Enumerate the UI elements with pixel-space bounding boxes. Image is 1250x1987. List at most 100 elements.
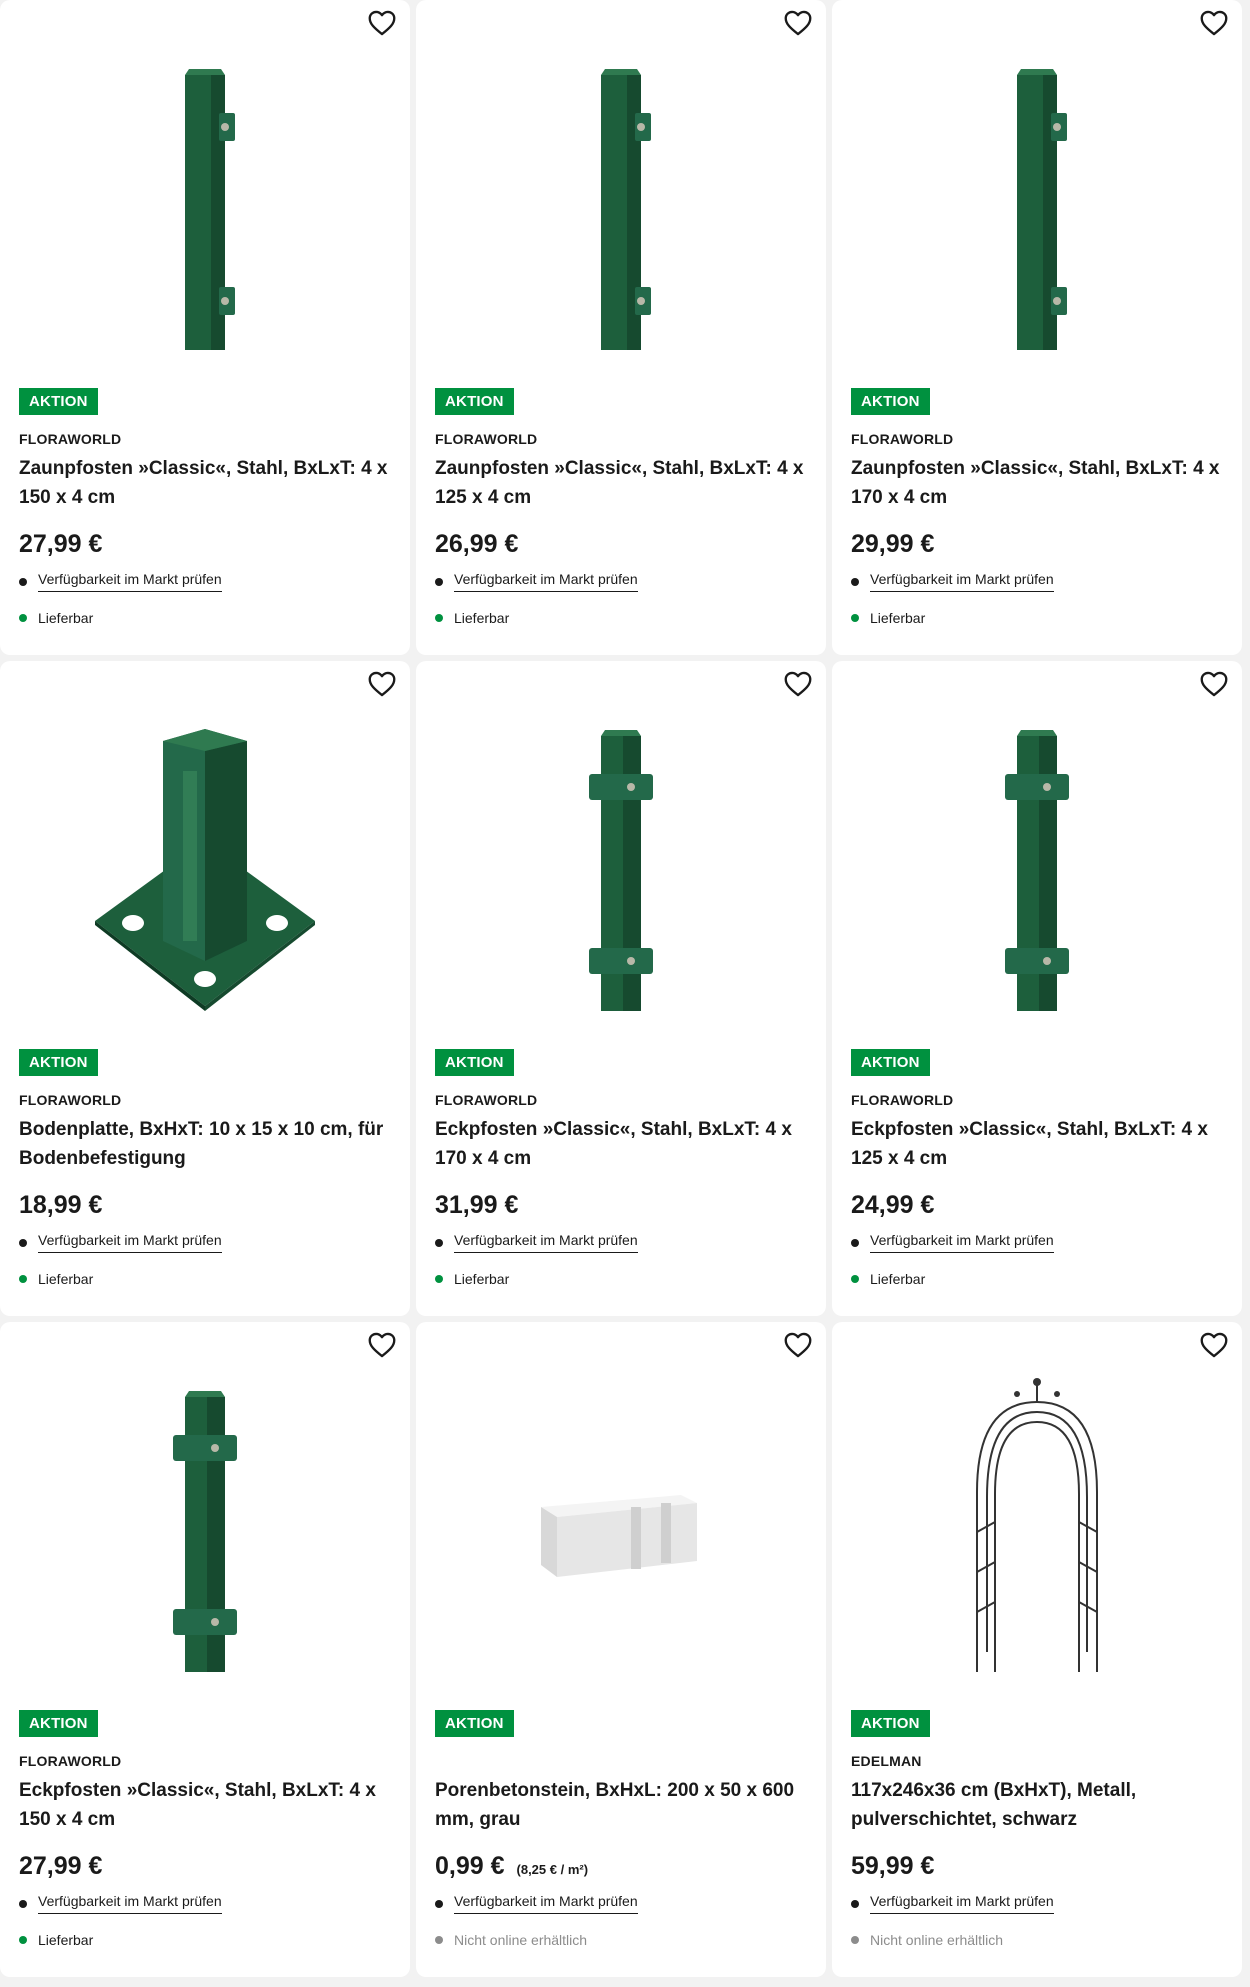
product-image[interactable] — [416, 1362, 826, 1692]
status-dot — [435, 1275, 443, 1283]
status-dot — [851, 1936, 859, 1944]
check-availability-link[interactable]: Verfügbarkeit im Markt prüfen — [454, 1232, 638, 1253]
product-brand: FLORAWORLD — [435, 431, 538, 447]
product-card-7[interactable]: AKTION FLORAWORLD Eckpfosten »Classic«, … — [0, 1322, 410, 1977]
product-card-3[interactable]: AKTION FLORAWORLD Zaunpfosten »Classic«,… — [832, 0, 1242, 655]
heart-outline-icon[interactable] — [1200, 1332, 1228, 1358]
product-title[interactable]: Zaunpfosten »Classic«, Stahl, BxLxT: 4 x… — [19, 454, 396, 512]
concrete-block-image — [541, 1495, 697, 1577]
product-brand: FLORAWORLD — [435, 1092, 538, 1108]
product-price: 27,99 € — [19, 1852, 103, 1880]
promo-badge: AKTION — [19, 1049, 98, 1076]
delivery-status: Lieferbar — [870, 1271, 926, 1287]
product-title[interactable]: Zaunpfosten »Classic«, Stahl, BxLxT: 4 x… — [435, 454, 812, 512]
product-grid: AKTION FLORAWORLD Zaunpfosten »Classic«,… — [0, 0, 1250, 1977]
availability-row: Verfügbarkeit im Markt prüfen — [19, 1893, 396, 1914]
price-block: 24,99 € — [851, 1191, 1228, 1220]
promo-badge: AKTION — [19, 1710, 98, 1737]
price-block: 29,99 € — [851, 530, 1228, 559]
bullet-dot — [19, 1238, 27, 1247]
availability-row: Verfügbarkeit im Markt prüfen — [435, 571, 812, 592]
product-title[interactable]: Eckpfosten »Classic«, Stahl, BxLxT: 4 x … — [435, 1115, 812, 1173]
product-card-6[interactable]: AKTION FLORAWORLD Eckpfosten »Classic«, … — [832, 661, 1242, 1316]
check-availability-link[interactable]: Verfügbarkeit im Markt prüfen — [870, 1232, 1054, 1253]
promo-badge: AKTION — [435, 388, 514, 415]
corner-post-image — [1005, 730, 1069, 1011]
product-brand: FLORAWORLD — [851, 431, 954, 447]
promo-badge: AKTION — [851, 388, 930, 415]
product-image[interactable] — [416, 40, 826, 370]
status-dot — [435, 614, 443, 622]
product-title[interactable]: Zaunpfosten »Classic«, Stahl, BxLxT: 4 x… — [851, 454, 1228, 512]
price-block: 0,99 € (8,25 € / m²) — [435, 1852, 812, 1881]
availability-row: Verfügbarkeit im Markt prüfen — [851, 1232, 1228, 1253]
product-card-9[interactable]: AKTION EDELMAN 117x246x36 cm (BxHxT), Me… — [832, 1322, 1242, 1977]
product-price: 18,99 € — [19, 1191, 103, 1219]
check-availability-link[interactable]: Verfügbarkeit im Markt prüfen — [870, 571, 1054, 592]
status-dot — [851, 614, 859, 622]
product-card-4[interactable]: AKTION FLORAWORLD Bodenplatte, BxHxT: 10… — [0, 661, 410, 1316]
product-image[interactable] — [832, 1362, 1242, 1692]
check-availability-link[interactable]: Verfügbarkeit im Markt prüfen — [454, 571, 638, 592]
product-title[interactable]: Porenbetonstein, BxHxL: 200 x 50 x 600 m… — [435, 1776, 812, 1834]
product-price: 31,99 € — [435, 1191, 519, 1219]
promo-badge: AKTION — [435, 1710, 514, 1737]
heart-outline-icon[interactable] — [1200, 671, 1228, 697]
heart-outline-icon[interactable] — [1200, 10, 1228, 36]
status-dot — [851, 1275, 859, 1283]
product-card-5[interactable]: AKTION FLORAWORLD Eckpfosten »Classic«, … — [416, 661, 826, 1316]
bullet-dot — [19, 1899, 27, 1908]
corner-post-image — [589, 730, 653, 1011]
heart-outline-icon[interactable] — [784, 10, 812, 36]
check-availability-link[interactable]: Verfügbarkeit im Markt prüfen — [38, 1232, 222, 1253]
unit-price: (8,25 € / m²) — [516, 1862, 589, 1877]
product-image[interactable] — [416, 701, 826, 1031]
status-dot — [435, 1936, 443, 1944]
delivery-status-row: Lieferbar — [435, 610, 812, 626]
availability-row: Verfügbarkeit im Markt prüfen — [851, 1893, 1228, 1914]
product-image[interactable] — [832, 40, 1242, 370]
heart-outline-icon[interactable] — [784, 1332, 812, 1358]
availability-row: Verfügbarkeit im Markt prüfen — [19, 571, 396, 592]
check-availability-link[interactable]: Verfügbarkeit im Markt prüfen — [38, 1893, 222, 1914]
product-price: 24,99 € — [851, 1191, 935, 1219]
price-block: 27,99 € — [19, 530, 396, 559]
delivery-status-row: Lieferbar — [851, 610, 1228, 626]
fence-post-image — [601, 69, 651, 350]
product-title[interactable]: 117x246x36 cm (BxHxT), Metall, pulversch… — [851, 1776, 1228, 1834]
delivery-status: Lieferbar — [454, 1271, 510, 1287]
base-plate-image — [95, 729, 315, 1011]
bullet-dot — [435, 1238, 443, 1247]
delivery-status: Lieferbar — [870, 610, 926, 626]
product-card-8[interactable]: AKTION Porenbetonstein, BxHxL: 200 x 50 … — [416, 1322, 826, 1977]
product-price: 27,99 € — [19, 530, 103, 558]
check-availability-link[interactable]: Verfügbarkeit im Markt prüfen — [454, 1893, 638, 1914]
check-availability-link[interactable]: Verfügbarkeit im Markt prüfen — [870, 1893, 1054, 1914]
heart-outline-icon[interactable] — [368, 1332, 396, 1358]
product-title[interactable]: Bodenplatte, BxHxT: 10 x 15 x 10 cm, für… — [19, 1115, 396, 1173]
product-image[interactable] — [0, 40, 410, 370]
bullet-dot — [851, 1238, 859, 1247]
product-price: 59,99 € — [851, 1852, 935, 1880]
delivery-status-row: Lieferbar — [19, 1271, 396, 1287]
product-image[interactable] — [0, 1362, 410, 1692]
check-availability-link[interactable]: Verfügbarkeit im Markt prüfen — [38, 571, 222, 592]
delivery-status: Nicht online erhältlich — [454, 1932, 588, 1948]
delivery-status-row: Lieferbar — [19, 1932, 396, 1948]
product-card-1[interactable]: AKTION FLORAWORLD Zaunpfosten »Classic«,… — [0, 0, 410, 655]
heart-outline-icon[interactable] — [784, 671, 812, 697]
status-dot — [19, 1936, 27, 1944]
delivery-status-row: Lieferbar — [851, 1271, 1228, 1287]
delivery-status: Lieferbar — [38, 1932, 94, 1948]
heart-outline-icon[interactable] — [368, 10, 396, 36]
product-image[interactable] — [0, 701, 410, 1031]
price-block: 26,99 € — [435, 530, 812, 559]
heart-outline-icon[interactable] — [368, 671, 396, 697]
product-card-2[interactable]: AKTION FLORAWORLD Zaunpfosten »Classic«,… — [416, 0, 826, 655]
corner-post-image — [173, 1391, 237, 1672]
price-block: 59,99 € — [851, 1852, 1228, 1881]
product-price: 26,99 € — [435, 530, 519, 558]
product-title[interactable]: Eckpfosten »Classic«, Stahl, BxLxT: 4 x … — [851, 1115, 1228, 1173]
product-title[interactable]: Eckpfosten »Classic«, Stahl, BxLxT: 4 x … — [19, 1776, 396, 1834]
product-image[interactable] — [832, 701, 1242, 1031]
